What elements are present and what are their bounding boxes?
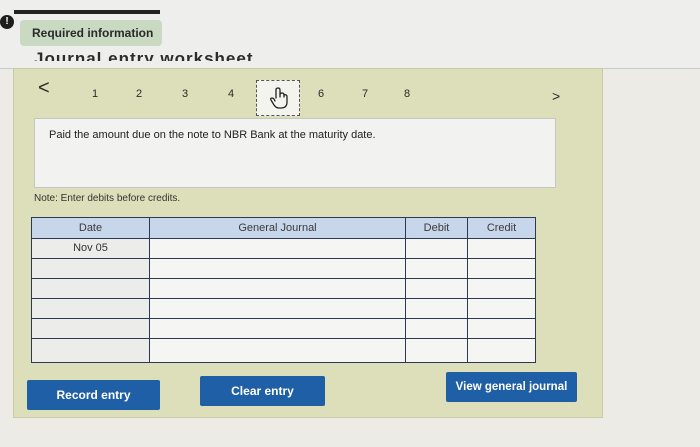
credit-input[interactable] (468, 239, 535, 258)
top-rule (14, 10, 160, 14)
clear-entry-button[interactable]: Clear entry (200, 376, 325, 406)
prev-arrow-icon[interactable]: < (38, 77, 50, 100)
debit-input[interactable] (406, 259, 468, 278)
account-input[interactable] (150, 239, 406, 258)
debit-input[interactable] (406, 279, 468, 298)
top-bar: ! Required information Journal entry wor… (0, 0, 700, 69)
tab-8[interactable]: 8 (404, 88, 410, 100)
journal-header: Date General Journal Debit Credit (32, 218, 535, 238)
table-row (32, 318, 535, 338)
account-input[interactable] (150, 299, 406, 318)
transaction-description: Paid the amount due on the note to NBR B… (34, 118, 556, 188)
credit-input[interactable] (468, 319, 535, 338)
tab-4[interactable]: 4 (228, 88, 234, 100)
credit-input[interactable] (468, 299, 535, 318)
credit-header: Credit (468, 218, 535, 238)
table-row (32, 258, 535, 278)
debit-input[interactable] (406, 239, 468, 258)
journal-table: Date General Journal Debit Credit Nov 05 (31, 217, 536, 363)
required-information-badge[interactable]: Required information (20, 20, 162, 46)
tab-1[interactable]: 1 (92, 88, 98, 100)
date-cell[interactable] (32, 299, 150, 318)
credit-input[interactable] (468, 339, 535, 362)
date-cell[interactable] (32, 279, 150, 298)
account-input[interactable] (150, 259, 406, 278)
view-general-journal-button[interactable]: View general journal (446, 372, 577, 402)
table-row (32, 338, 535, 362)
date-cell[interactable] (32, 339, 150, 362)
date-header: Date (32, 218, 150, 238)
info-icon: ! (0, 15, 14, 29)
tab-2[interactable]: 2 (136, 88, 142, 100)
tab-6[interactable]: 6 (318, 88, 324, 100)
record-entry-button[interactable]: Record entry (27, 380, 160, 410)
credit-input[interactable] (468, 279, 535, 298)
hand-pointer-icon (270, 87, 288, 109)
tab-5-active[interactable] (256, 80, 300, 116)
account-input[interactable] (150, 319, 406, 338)
account-input[interactable] (150, 339, 406, 362)
date-cell[interactable]: Nov 05 (32, 239, 150, 258)
tab-3[interactable]: 3 (182, 88, 188, 100)
table-row: Nov 05 (32, 238, 535, 258)
date-cell[interactable] (32, 319, 150, 338)
date-cell[interactable] (32, 259, 150, 278)
credit-input[interactable] (468, 259, 535, 278)
debit-input[interactable] (406, 299, 468, 318)
table-row (32, 298, 535, 318)
worksheet-title: Journal entry worksheet (34, 49, 254, 61)
debit-input[interactable] (406, 339, 468, 362)
account-input[interactable] (150, 279, 406, 298)
next-arrow-icon[interactable]: > (552, 88, 560, 104)
table-row (32, 278, 535, 298)
debit-input[interactable] (406, 319, 468, 338)
debit-credit-note: Note: Enter debits before credits. (34, 193, 181, 204)
debit-header: Debit (406, 218, 468, 238)
tab-7[interactable]: 7 (362, 88, 368, 100)
general-journal-header: General Journal (150, 218, 406, 238)
